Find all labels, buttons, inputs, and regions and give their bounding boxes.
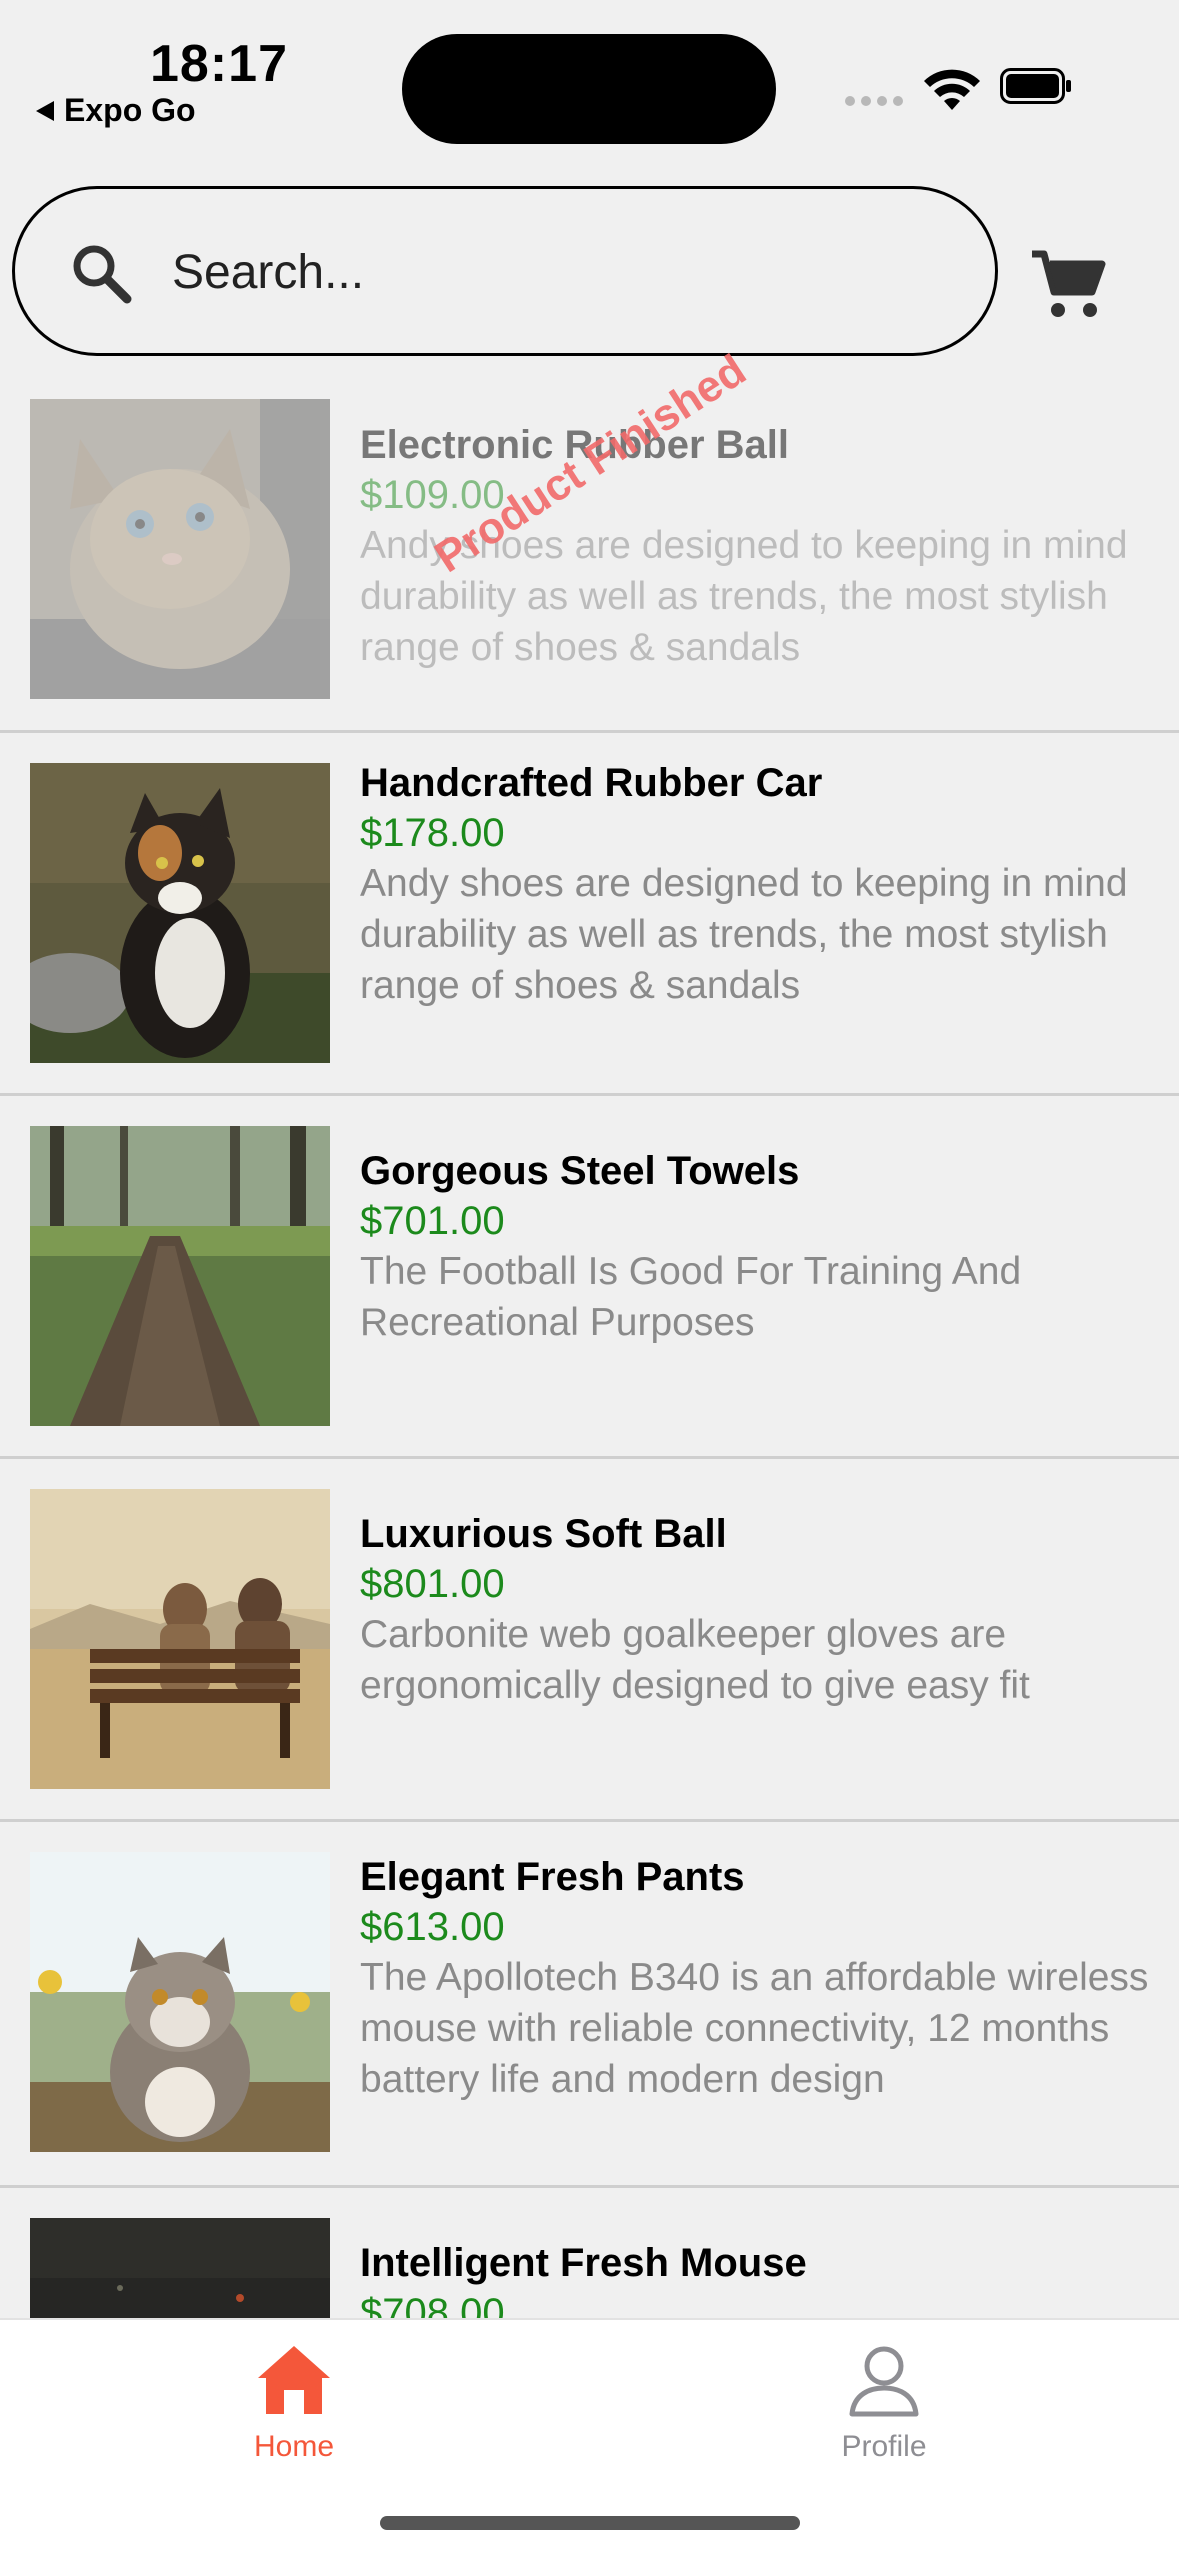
product-row[interactable]: Luxurious Soft Ball $801.00 Carbonite we… bbox=[0, 1459, 1179, 1822]
product-description: Andy shoes are designed to keeping in mi… bbox=[360, 862, 1128, 1007]
product-price: $801.00 bbox=[360, 1562, 505, 1606]
product-info: Handcrafted Rubber Car $178.00 Andy shoe… bbox=[360, 758, 1160, 1011]
product-name: Electronic Rubber Ball bbox=[360, 423, 789, 467]
tab-profile[interactable]: Profile bbox=[784, 2340, 984, 2464]
product-description: Carbonite web goalkeeper gloves are ergo… bbox=[360, 1613, 1030, 1707]
product-price: $178.00 bbox=[360, 811, 505, 855]
back-to-app-button[interactable]: Expo Go bbox=[36, 92, 196, 129]
product-row[interactable]: Handcrafted Rubber Car $178.00 Andy shoe… bbox=[0, 733, 1179, 1096]
search-bar[interactable] bbox=[12, 186, 998, 356]
tab-profile-label: Profile bbox=[841, 2430, 927, 2463]
product-price: $613.00 bbox=[360, 1905, 505, 1949]
product-row[interactable]: Electronic Rubber Ball $109.00 Andy shoe… bbox=[0, 345, 1179, 733]
product-image-kitten bbox=[30, 399, 330, 699]
product-name: Gorgeous Steel Towels bbox=[360, 1149, 800, 1193]
back-arrow-icon bbox=[36, 100, 54, 121]
product-price: $701.00 bbox=[360, 1199, 505, 1243]
product-info: Elegant Fresh Pants $613.00 The Apollote… bbox=[360, 1852, 1160, 2105]
home-icon bbox=[258, 2346, 330, 2414]
product-image-bench bbox=[30, 1489, 330, 1789]
product-name: Intelligent Fresh Mouse bbox=[360, 2241, 807, 2285]
search-icon bbox=[73, 245, 132, 304]
status-bar: 18:17 Expo Go bbox=[0, 0, 1179, 160]
product-info: Luxurious Soft Ball $801.00 Carbonite we… bbox=[360, 1509, 1160, 1711]
wifi-icon bbox=[924, 69, 980, 110]
cellular-signal-icon bbox=[845, 96, 903, 106]
product-row[interactable]: Elegant Fresh Pants $613.00 The Apollote… bbox=[0, 1822, 1179, 2188]
tab-home-label: Home bbox=[253, 2430, 335, 2463]
app-screen: 18:17 Expo Go Search... Electronic Rubbe… bbox=[0, 0, 1179, 2556]
product-name: Elegant Fresh Pants bbox=[360, 1855, 745, 1899]
product-description: The Football Is Good For Training And Re… bbox=[360, 1250, 1022, 1344]
status-time: 18:17 bbox=[150, 35, 288, 93]
product-name: Luxurious Soft Ball bbox=[360, 1512, 727, 1556]
product-row[interactable]: Gorgeous Steel Towels $701.00 The Footba… bbox=[0, 1096, 1179, 1459]
product-description: The Apollotech B340 is an affordable wir… bbox=[360, 1956, 1149, 2101]
product-image-calico-cat bbox=[30, 763, 330, 1063]
product-image-forest-path bbox=[30, 1126, 330, 1426]
tab-home[interactable]: Home bbox=[194, 2340, 394, 2464]
profile-icon bbox=[849, 2346, 919, 2417]
home-indicator bbox=[380, 2516, 800, 2530]
cart-icon[interactable] bbox=[1030, 248, 1108, 320]
product-info: Gorgeous Steel Towels $701.00 The Footba… bbox=[360, 1146, 1160, 1348]
product-image-persian-cat bbox=[30, 1852, 330, 2152]
battery-icon bbox=[1000, 68, 1071, 104]
back-app-label: Expo Go bbox=[64, 92, 196, 128]
search-input[interactable] bbox=[170, 219, 954, 325]
product-name: Handcrafted Rubber Car bbox=[360, 761, 823, 805]
dynamic-island bbox=[402, 34, 776, 144]
